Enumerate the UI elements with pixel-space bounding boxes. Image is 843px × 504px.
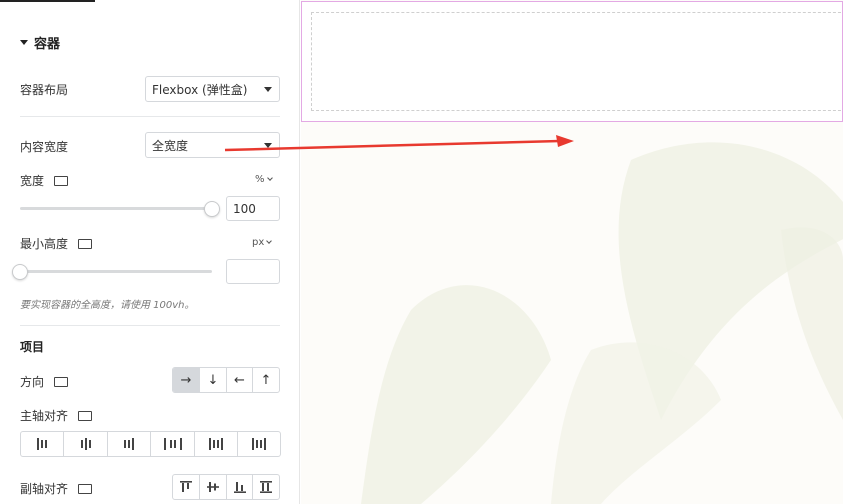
annotation-arrow: [224, 135, 574, 152]
